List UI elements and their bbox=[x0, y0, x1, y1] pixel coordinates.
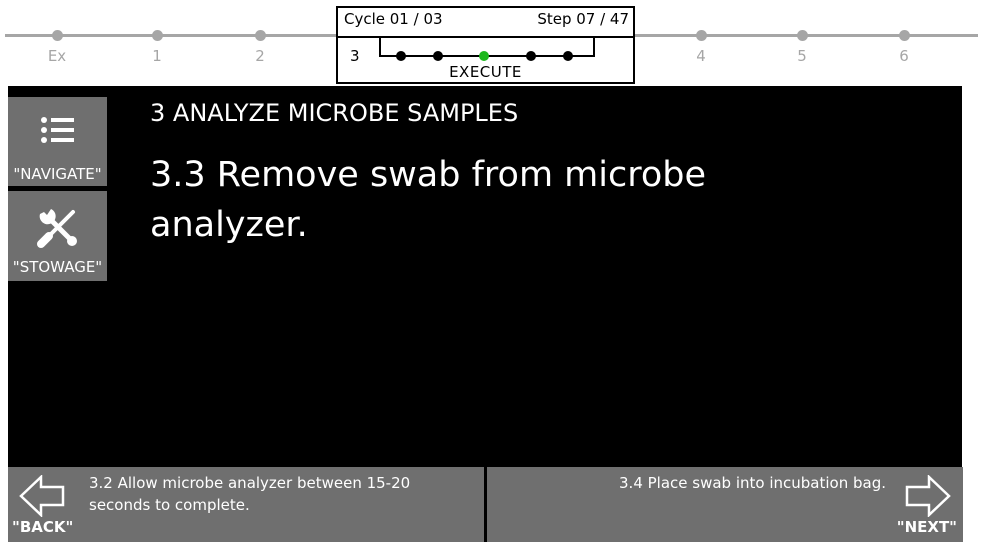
previous-step-text: 3.2 Allow microbe analyzer between 15-20… bbox=[89, 474, 411, 514]
step-node bbox=[526, 51, 536, 61]
timeline-node-1[interactable] bbox=[152, 30, 163, 41]
timeline-node-4[interactable] bbox=[696, 30, 707, 41]
next-button[interactable]: 3.4 Place swab into incubation bag. "NEX… bbox=[487, 467, 963, 542]
timeline-label-5[interactable]: 5 bbox=[782, 47, 822, 65]
timeline-node-ex[interactable] bbox=[52, 30, 63, 41]
step-node-current bbox=[479, 51, 489, 61]
stowage-label: "STOWAGE" bbox=[12, 258, 103, 276]
back-label: "BACK" bbox=[12, 518, 74, 536]
timeline-node-5[interactable] bbox=[797, 30, 808, 41]
navigate-button[interactable]: "NAVIGATE" bbox=[8, 97, 107, 186]
step-node bbox=[433, 51, 443, 61]
stowage-button[interactable]: "STOWAGE" bbox=[8, 191, 107, 281]
current-phase-box: Cycle 01 / 03 Step 07 / 47 3 EXECUTE bbox=[336, 6, 635, 84]
timeline-label-1[interactable]: 1 bbox=[137, 47, 177, 65]
tools-icon bbox=[8, 206, 107, 248]
section-title: 3 ANALYZE MICROBE SAMPLES bbox=[150, 99, 519, 127]
step-node bbox=[396, 51, 406, 61]
current-step-instruction: 3.3 Remove swab from microbe analyzer. bbox=[150, 155, 707, 245]
next-label: "NEXT" bbox=[896, 518, 957, 536]
timeline-node-2[interactable] bbox=[255, 30, 266, 41]
arrow-right-icon bbox=[905, 475, 951, 517]
back-button[interactable]: 3.2 Allow microbe analyzer between 15-20… bbox=[8, 467, 484, 542]
timeline-label-2[interactable]: 2 bbox=[240, 47, 280, 65]
timeline-label-6[interactable]: 6 bbox=[884, 47, 924, 65]
timeline-label-ex[interactable]: Ex bbox=[37, 47, 77, 65]
timeline-node-6[interactable] bbox=[899, 30, 910, 41]
phase-name: EXECUTE bbox=[449, 63, 522, 81]
list-icon bbox=[8, 117, 107, 143]
timeline-label-4[interactable]: 4 bbox=[681, 47, 721, 65]
next-step-text: 3.4 Place swab into incubation bag. bbox=[619, 474, 886, 492]
navigate-label: "NAVIGATE" bbox=[13, 165, 102, 183]
arrow-left-icon bbox=[19, 475, 65, 517]
step-node bbox=[563, 51, 573, 61]
